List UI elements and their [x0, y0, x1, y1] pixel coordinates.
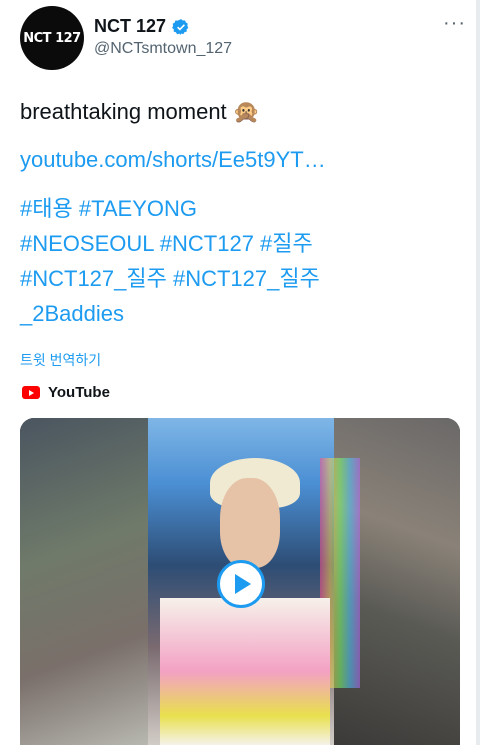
more-options-icon[interactable]: ··· [443, 12, 466, 35]
display-name[interactable]: NCT 127 [94, 16, 166, 37]
video-thumbnail[interactable] [20, 418, 460, 745]
thumbnail-left-panel [20, 418, 148, 745]
avatar[interactable]: NCT 127 [20, 6, 84, 70]
hashtag-line[interactable]: #NEOSEOUL #NCT127 #질주 [20, 226, 460, 261]
user-handle[interactable]: @NCTsmtown_127 [94, 40, 232, 58]
name-row: NCT 127 [94, 16, 190, 37]
tweet-body: breathtaking moment 🙊 youtube.com/shorts… [20, 95, 460, 331]
youtube-icon [22, 386, 40, 399]
tweet-header: NCT 127 NCT 127 @NCTsmtown_127 ··· [20, 6, 468, 70]
translate-tweet-link[interactable]: 트윗 번역하기 [20, 350, 101, 370]
thumbnail-shirt [160, 598, 330, 745]
hashtags: #태용 #TAEYONG #NEOSEOUL #NCT127 #질주 #NCT1… [20, 191, 460, 331]
verified-badge-icon [172, 18, 189, 35]
hashtag-line[interactable]: _2Baddies [20, 296, 460, 331]
tweet-link[interactable]: youtube.com/shorts/Ee5t9YT… [20, 143, 460, 177]
avatar-logo-text: NCT 127 [23, 30, 81, 46]
card-source: YouTube [22, 384, 110, 401]
tweet-text: breathtaking moment 🙊 [20, 99, 261, 124]
hashtag-line[interactable]: #태용 #TAEYONG [20, 191, 460, 226]
scrollbar-track [476, 0, 480, 745]
card-source-label: YouTube [48, 384, 110, 401]
play-button-icon[interactable] [217, 560, 265, 608]
thumbnail-face [220, 478, 280, 568]
hashtag-line[interactable]: #NCT127_질주 #NCT127_질주 [20, 261, 460, 296]
